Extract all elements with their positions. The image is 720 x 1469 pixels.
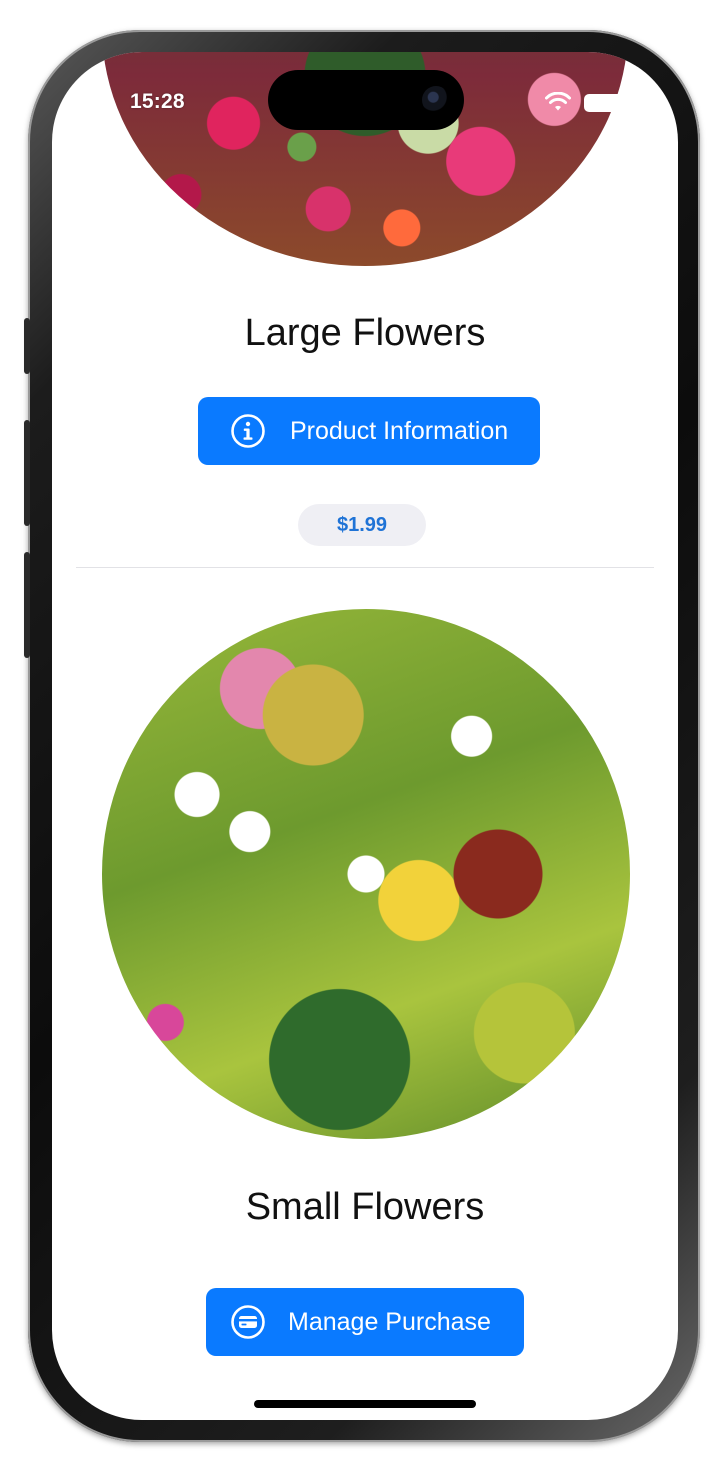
dynamic-island xyxy=(268,70,464,130)
wifi-icon xyxy=(545,92,571,111)
side-button-volume-up xyxy=(24,420,30,526)
manage-purchase-button[interactable]: Manage Purchase xyxy=(206,1288,524,1356)
divider xyxy=(76,567,654,568)
status-time: 15:28 xyxy=(130,90,185,113)
side-button-action xyxy=(24,318,30,374)
battery-icon xyxy=(584,94,628,112)
price-button[interactable]: $1.99 xyxy=(298,504,426,546)
credit-card-icon xyxy=(231,1305,265,1339)
product-information-button[interactable]: Product Information xyxy=(198,397,540,465)
camera-icon xyxy=(422,86,450,114)
product-information-label: Product Information xyxy=(290,416,509,445)
info-circle-icon xyxy=(231,414,265,448)
product-title-large: Large Flowers xyxy=(244,312,486,354)
home-indicator[interactable] xyxy=(254,1400,476,1408)
small-flowers-image xyxy=(102,609,630,1139)
app-screen: 15:28 Large Flowers Product Information … xyxy=(52,52,678,1420)
side-button-volume-down xyxy=(24,552,30,658)
manage-purchase-label: Manage Purchase xyxy=(288,1307,491,1336)
product-title-small: Small Flowers xyxy=(245,1186,485,1228)
